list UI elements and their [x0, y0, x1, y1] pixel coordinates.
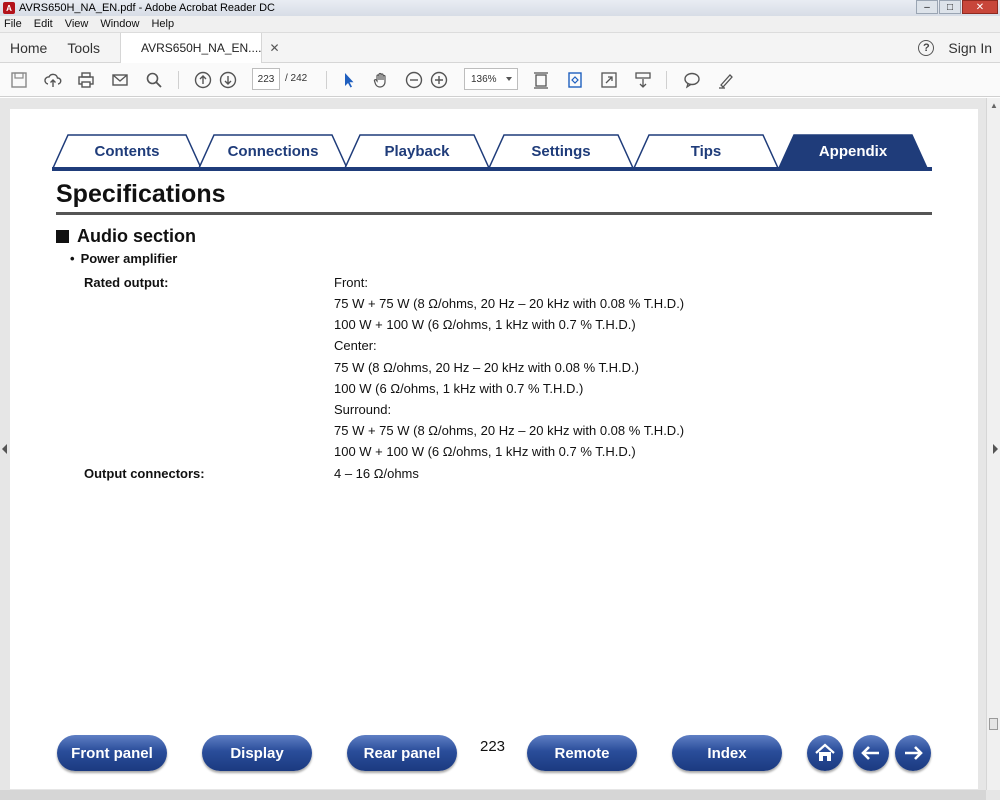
- collapse-right-panel-icon[interactable]: [993, 444, 998, 454]
- page-title: Specifications: [56, 180, 226, 208]
- section-tab-settings[interactable]: Settings: [488, 134, 634, 168]
- scrollbar-thumb[interactable]: [989, 718, 998, 730]
- fit-page-icon[interactable]: [532, 71, 550, 89]
- front-panel-button[interactable]: Front panel: [57, 735, 167, 771]
- section-tab-contents[interactable]: Contents: [52, 134, 202, 168]
- scroll-up-icon[interactable]: ▲: [987, 98, 1000, 112]
- section-tab-connections[interactable]: Connections: [198, 134, 348, 168]
- remote-button[interactable]: Remote: [527, 735, 637, 771]
- document-tab-label: AVRS650H_NA_EN....: [141, 41, 262, 55]
- window-controls: – □ ✕: [916, 0, 998, 14]
- help-icon[interactable]: ?: [918, 40, 935, 56]
- window-title: AVRS650H_NA_EN.pdf - Adobe Acrobat Reade…: [19, 2, 275, 14]
- menu-view[interactable]: View: [65, 18, 89, 30]
- zoom-select[interactable]: 136%: [464, 68, 518, 90]
- tools-tab[interactable]: Tools: [57, 40, 110, 56]
- email-icon[interactable]: [111, 71, 129, 89]
- save-icon[interactable]: [10, 71, 28, 89]
- display-button[interactable]: Display: [202, 735, 312, 771]
- scroll-mode-icon[interactable]: [634, 71, 652, 89]
- spec-value-line: 100 W + 100 W (6 Ω/ohms, 1 kHz with 0.7 …: [334, 317, 636, 332]
- print-icon[interactable]: [77, 71, 95, 89]
- section-tab-playback[interactable]: Playback: [344, 134, 490, 168]
- rotate-view-icon[interactable]: [566, 71, 584, 89]
- highlight-pen-icon[interactable]: [717, 71, 735, 89]
- rear-panel-button[interactable]: Rear panel: [347, 735, 457, 771]
- spec-label-output-connectors: Output connectors:: [84, 466, 205, 481]
- app-tab-bar: Home Tools AVRS650H_NA_EN.... ✕ ? Sign I…: [0, 33, 1000, 63]
- menu-edit[interactable]: Edit: [34, 18, 53, 30]
- spec-value-line: Front:: [334, 275, 368, 290]
- title-divider: [56, 212, 932, 215]
- acrobat-icon: A: [3, 2, 15, 14]
- section-tab-appendix[interactable]: Appendix: [778, 134, 928, 168]
- spec-label-rated-output: Rated output:: [84, 275, 169, 290]
- index-button[interactable]: Index: [672, 735, 782, 771]
- section-tab-tips[interactable]: Tips: [633, 134, 779, 168]
- upload-cloud-icon[interactable]: [44, 71, 62, 89]
- select-cursor-icon[interactable]: [340, 71, 358, 89]
- spec-value-line: 100 W + 100 W (6 Ω/ohms, 1 kHz with 0.7 …: [334, 444, 636, 459]
- spec-value-line: Surround:: [334, 402, 392, 417]
- collapse-left-panel-icon[interactable]: [2, 444, 7, 454]
- menu-file[interactable]: File: [4, 18, 22, 30]
- menu-help[interactable]: Help: [151, 18, 174, 30]
- full-screen-icon[interactable]: [600, 71, 618, 89]
- hand-tool-icon[interactable]: [372, 71, 390, 89]
- home-button[interactable]: [807, 735, 843, 771]
- next-page-icon[interactable]: [219, 71, 237, 89]
- maximize-button[interactable]: □: [939, 0, 961, 14]
- spec-value-line: 75 W + 75 W (8 Ω/ohms, 20 Hz – 20 kHz wi…: [334, 423, 685, 438]
- zoom-in-icon[interactable]: [430, 71, 448, 89]
- chevron-down-icon: [506, 77, 512, 81]
- spec-value-line: Center:: [334, 338, 377, 353]
- horizontal-scroll-area: [0, 790, 986, 800]
- home-tab[interactable]: Home: [0, 40, 57, 56]
- minimize-button[interactable]: –: [916, 0, 938, 14]
- menu-window[interactable]: Window: [100, 18, 139, 30]
- zoom-out-icon[interactable]: [405, 71, 423, 89]
- close-tab-icon[interactable]: ✕: [270, 41, 280, 55]
- spec-value-line: 100 W (6 Ω/ohms, 1 kHz with 0.7 % T.H.D.…: [334, 381, 584, 396]
- page-number-input[interactable]: 223: [252, 68, 280, 90]
- zoom-value: 136%: [471, 73, 497, 85]
- page-number: 223: [480, 738, 506, 755]
- previous-page-icon[interactable]: [194, 71, 212, 89]
- section-heading: Audio section: [56, 226, 196, 247]
- document-tab[interactable]: AVRS650H_NA_EN.... ✕: [120, 33, 280, 63]
- section-heading-label: Audio section: [77, 226, 197, 246]
- arrow-right-icon: [905, 746, 923, 760]
- subsection-heading: Power amplifier: [70, 251, 178, 266]
- spec-value-line: 75 W + 75 W (8 Ω/ohms, 20 Hz – 20 kHz wi…: [334, 296, 685, 311]
- section-tabs: Contents Connections Playback Settings T…: [52, 134, 932, 172]
- sign-in-link[interactable]: Sign In: [948, 40, 992, 56]
- square-bullet-icon: [56, 230, 69, 243]
- back-button[interactable]: [853, 735, 889, 771]
- arrow-left-icon: [861, 746, 879, 760]
- window-titlebar: A AVRS650H_NA_EN.pdf - Adobe Acrobat Rea…: [0, 0, 1000, 16]
- search-icon[interactable]: [145, 71, 163, 89]
- comment-icon[interactable]: [683, 71, 701, 89]
- section-tabs-underline: [52, 167, 932, 171]
- page-total-label: / 242: [285, 73, 308, 84]
- spec-value-line: 4 – 16 Ω/ohms: [334, 466, 419, 481]
- close-window-button[interactable]: ✕: [962, 0, 998, 14]
- home-icon: [815, 743, 835, 761]
- forward-button[interactable]: [895, 735, 931, 771]
- spec-value-line: 75 W (8 Ω/ohms, 20 Hz – 20 kHz with 0.08…: [334, 360, 639, 375]
- menu-bar: File Edit View Window Help: [0, 16, 1000, 33]
